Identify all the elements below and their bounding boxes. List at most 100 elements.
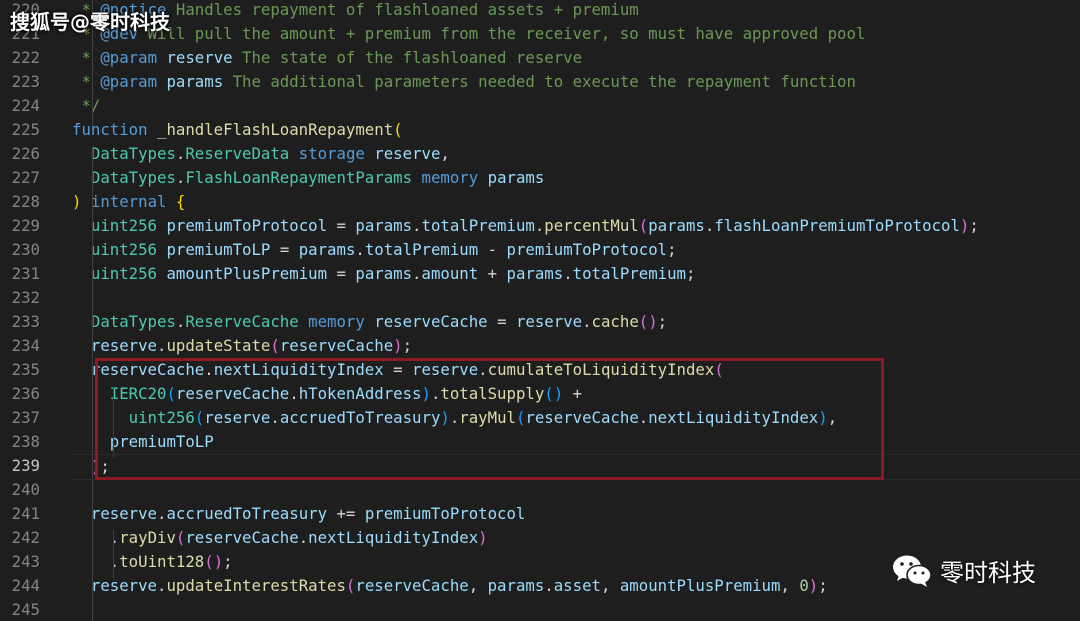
code-text[interactable]: function _handleFlashLoanRepayment( [72,118,1080,142]
code-token: storage [298,144,365,163]
code-text[interactable] [72,598,1080,621]
code-text[interactable]: uint256 premiumToProtocol = params.total… [72,214,1080,238]
code-token: premiumToProtocol [166,216,328,235]
code-line[interactable]: 240 [0,478,1080,502]
code-text[interactable]: reserve.accruedToTreasury += premiumToPr… [72,502,1080,526]
code-token: amount [421,264,479,283]
code-token: Handles repayment of flashloaned assets … [166,0,639,19]
code-line[interactable]: 231 uint256 amountPlusPremium = params.a… [0,262,1080,286]
code-token: FlashLoanRepaymentParams [185,168,413,187]
code-token: uint256 [90,216,158,235]
code-text[interactable]: * @param params The additional parameter… [72,70,1080,94]
code-token: reserve [515,312,583,331]
code-token: params [487,576,545,595]
code-text[interactable]: .rayDiv(reserveCache.nextLiquidityIndex) [72,526,1080,550]
code-token: totalPremium [421,216,535,235]
code-text[interactable]: * @notice Handles repayment of flashloan… [72,0,1080,22]
code-token: = [487,312,516,331]
code-token: . [412,216,422,235]
line-number: 229 [11,216,40,235]
code-line[interactable]: 226 DataTypes.ReserveData storage reserv… [0,142,1080,166]
code-line[interactable]: 222 * @param reserve The state of the fl… [0,46,1080,70]
code-line[interactable]: 232 [0,286,1080,310]
code-line[interactable]: 234 reserve.updateState(reserveCache); [0,334,1080,358]
code-text[interactable]: */ [72,94,1080,118]
code-token: nextLiquidityIndex [308,528,479,547]
line-number: 224 [11,96,40,115]
code-editor[interactable]: 220 * @notice Handles repayment of flash… [0,0,1080,621]
code-text[interactable]: ) internal { [72,190,1080,214]
code-token: , [440,144,450,163]
code-text[interactable]: DataTypes.FlashLoanRepaymentParams memor… [72,166,1080,190]
code-token: premiumToProtocol [506,240,668,259]
code-token: DataTypes [90,168,176,187]
code-token: uint256 [90,240,158,259]
code-token: params [487,168,545,187]
code-token: accruedToTreasury [166,504,328,523]
code-token: reserve [90,504,158,523]
code-token: memory [421,168,479,187]
code-text[interactable]: DataTypes.ReserveCache memory reserveCac… [72,310,1080,334]
code-line[interactable]: 229 uint256 premiumToProtocol = params.t… [0,214,1080,238]
code-token: params [355,264,413,283]
code-token: premiumToLP [166,240,271,259]
code-line[interactable]: 242 .rayDiv(reserveCache.nextLiquidityIn… [0,526,1080,550]
code-token: params [298,240,356,259]
code-token: amountPlusPremium [619,576,781,595]
code-token: The additional parameters needed to exec… [223,72,856,91]
code-text[interactable]: uint256 premiumToLP = params.totalPremiu… [72,238,1080,262]
code-token: internal [90,192,167,211]
code-line[interactable]: 224 */ [0,94,1080,118]
code-token: ; [818,576,828,595]
code-line[interactable]: 228) internal { [0,190,1080,214]
code-token: ; [685,264,696,283]
code-token: _handleFlashLoanRepayment [157,120,394,139]
code-token: ( [345,576,356,595]
code-line[interactable]: 230 uint256 premiumToLP = params.totalPr… [0,238,1080,262]
line-number: 241 [11,504,40,523]
code-token: . [704,216,715,235]
code-token: ) [808,576,819,595]
code-text[interactable]: DataTypes.ReserveData storage reserve, [72,142,1080,166]
code-token: . [412,264,422,283]
code-text[interactable]: reserve.updateState(reserveCache); [72,334,1080,358]
code-line[interactable]: 225 function _handleFlashLoanRepayment( [0,118,1080,142]
code-text[interactable]: * @dev Will pull the amount + premium fr… [72,22,1080,46]
code-text[interactable]: uint256 amountPlusPremium = params.amoun… [72,262,1080,286]
code-text[interactable] [72,286,1080,310]
line-number: 222 [11,48,40,67]
code-token: percentMul [544,216,639,235]
code-line[interactable]: 241 reserve.accruedToTreasury += premium… [0,502,1080,526]
code-token: reserveCache [374,312,488,331]
line-number: 238 [11,432,40,451]
code-token: ) [478,528,488,547]
code-token: reserveCache [185,528,299,547]
code-text[interactable]: * @param reserve The state of the flashl… [72,46,1080,70]
code-line[interactable]: 223 * @param params The additional param… [0,70,1080,94]
code-text[interactable] [72,478,1080,502]
code-token: ) [393,336,403,355]
code-token: ( [270,336,280,355]
line-number: 225 [11,120,40,139]
code-token: = [327,216,356,235]
code-token: DataTypes [90,312,176,331]
code-token: */ [72,96,101,115]
line-number: 232 [11,288,40,307]
code-line[interactable]: 233 DataTypes.ReserveCache memory reserv… [0,310,1080,334]
code-line[interactable]: 227 DataTypes.FlashLoanRepaymentParams m… [0,166,1080,190]
code-token: () [204,552,224,571]
code-token: () [638,312,658,331]
indent-guide [113,530,114,578]
code-token: ( [393,120,403,139]
code-token: ReserveData [185,144,290,163]
code-line[interactable]: 245 [0,598,1080,621]
code-token: @param [100,72,158,91]
